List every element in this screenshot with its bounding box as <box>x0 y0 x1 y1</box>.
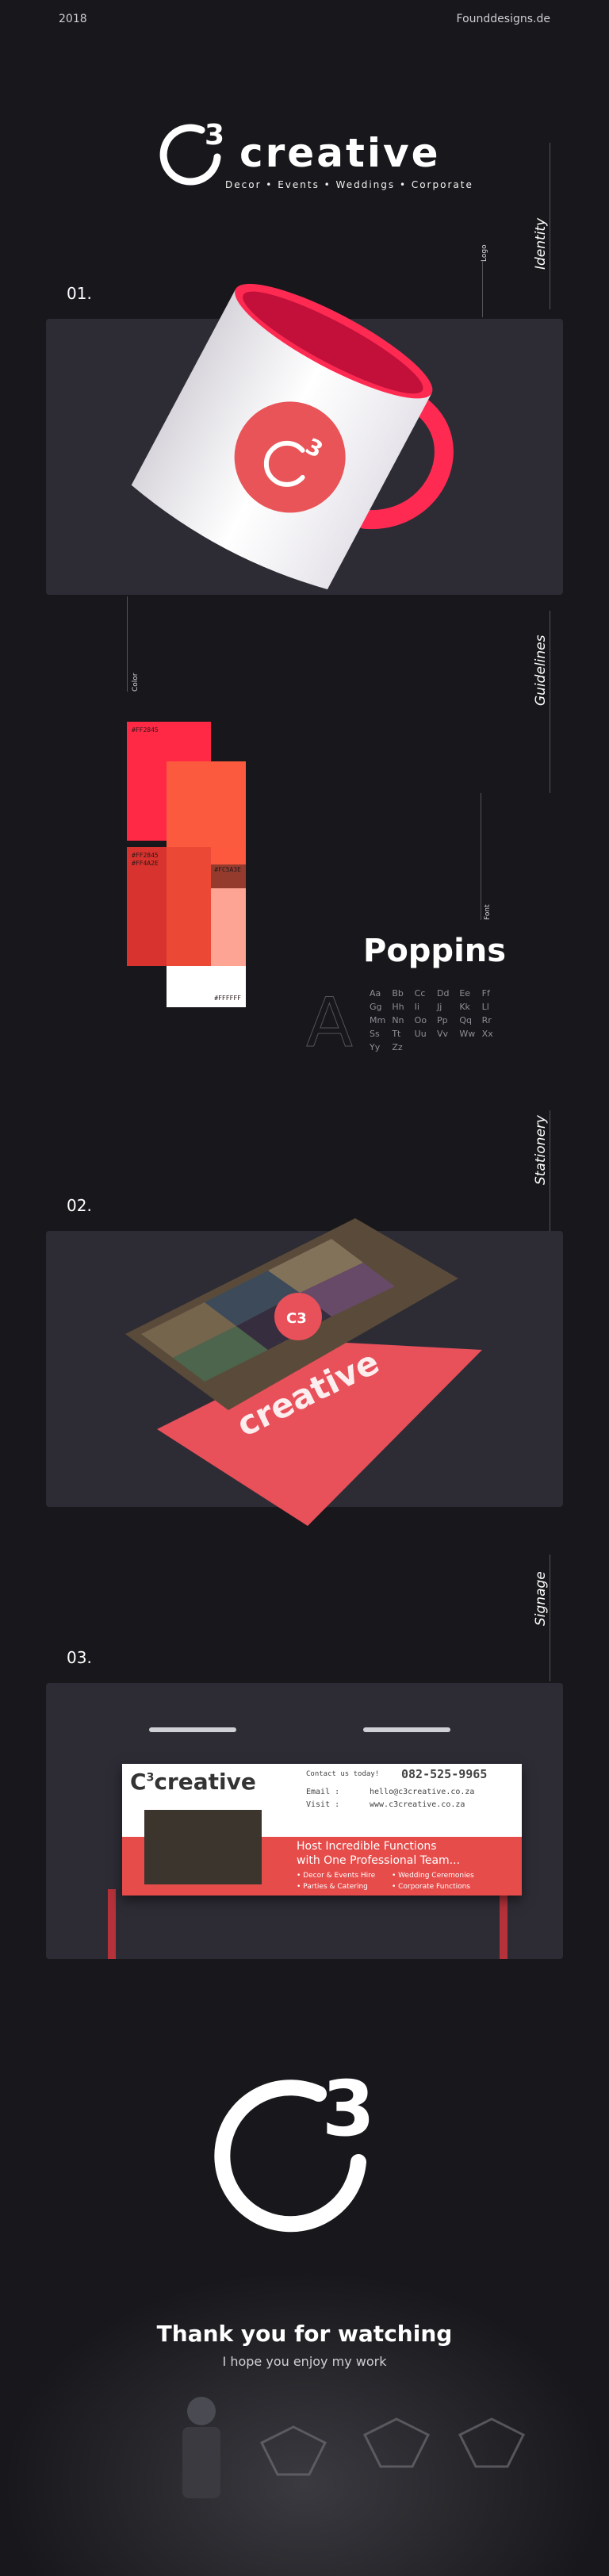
glyph: Jj <box>437 1002 442 1012</box>
section-number-03: 03. <box>67 1648 92 1667</box>
large-mark-exponent: 3 <box>322 2064 375 2153</box>
sign-email-label: Email : <box>306 1788 340 1796</box>
font-name: Poppins <box>363 933 507 969</box>
sign-visit-value: www.c3creative.co.za <box>370 1800 465 1809</box>
glyph: Oo <box>414 1015 427 1025</box>
section-number-02: 02. <box>67 1196 92 1215</box>
sign-leg-right <box>500 1889 508 1959</box>
glyph: Ww <box>459 1029 476 1039</box>
glyph: Nn <box>392 1015 404 1025</box>
glyph: Cc <box>414 988 426 999</box>
sign-contact-heading: Contact us today! <box>306 1770 380 1778</box>
glyph: Uu <box>414 1029 427 1039</box>
sign-headline-1: Host Incredible Functions <box>297 1840 437 1853</box>
glyph: Rr <box>481 1015 492 1025</box>
business-cards-illustration: creative C3 <box>125 1218 482 1526</box>
signboard: C3creative Contact us today! 082-525-996… <box>122 1764 522 1896</box>
sign-visit-label: Visit : <box>306 1800 340 1809</box>
sign-bullet-4: • Corporate Functions <box>392 1883 470 1891</box>
overlay-code: #FC5A3E <box>214 866 241 873</box>
glyph: Ll <box>481 1002 489 1012</box>
glyph: Dd <box>437 988 450 999</box>
c3-large-mark-icon: 3 <box>214 2064 375 2233</box>
site-link[interactable]: Founddesigns.de <box>457 13 550 25</box>
swatch-white-code: #FFFFFF <box>214 995 241 1002</box>
sign-brand: C3creative <box>130 1769 256 1795</box>
glyph: Pp <box>437 1015 448 1025</box>
signboard-photo <box>144 1810 262 1884</box>
thanks-subtitle: I hope you enjoy my work <box>222 2354 387 2369</box>
glyph: Xx <box>481 1029 493 1039</box>
mug-illustration: 3 <box>131 283 454 590</box>
brand-exponent: 3 <box>205 119 224 151</box>
glyph: Tt <box>392 1029 401 1039</box>
sign-brand-c: C <box>130 1769 147 1795</box>
glyph: Qq <box>459 1015 472 1025</box>
svg-text:C3: C3 <box>286 1310 307 1327</box>
glyph: Yy <box>370 1042 381 1052</box>
sign-headline-2: with One Professional Team... <box>297 1854 461 1867</box>
sign-bullet-3: • Parties & Catering <box>297 1883 368 1891</box>
sign-email-value: hello@c3creative.co.za <box>370 1788 475 1796</box>
glyph: Gg <box>370 1002 382 1012</box>
identity-heading: Identity <box>533 217 549 270</box>
font-alphabet: Aa Bb Cc Dd Ee Ff Gg Hh Ii Jj Kk Ll Mm Nn Oo Pp Qq Rr S… <box>370 988 504 1052</box>
footer-scene-illustration <box>182 2397 526 2498</box>
glyph: Ff <box>481 988 490 999</box>
year-label: 2018 <box>59 13 87 25</box>
lamp-left <box>149 1727 236 1732</box>
glyph: Kk <box>459 1002 470 1012</box>
glyph: Bb <box>392 988 404 999</box>
color-divider <box>127 596 128 692</box>
sign-brand-word: creative <box>154 1769 256 1795</box>
glyph: Ee <box>459 988 471 999</box>
sign-bullet-1: • Decor & Events Hire <box>297 1872 376 1880</box>
sign-phone: 082-525-9965 <box>401 1767 488 1781</box>
swatch-primary-code: #FF2845 <box>132 726 159 734</box>
glyph: Hh <box>392 1002 404 1012</box>
font-sublabel: Font <box>484 904 492 920</box>
brand-name: creative <box>239 130 441 176</box>
stationery-heading: Stationery <box>533 1115 549 1185</box>
font-sample-letter: A <box>306 983 354 1064</box>
sign-leg-left <box>108 1889 116 1959</box>
glyph: Mm <box>370 1015 386 1025</box>
logo-divider <box>482 262 483 317</box>
swatch-overlay: #FC5A3E <box>167 847 246 966</box>
signage-heading: Signage <box>533 1571 549 1626</box>
glyph: Ii <box>414 1002 419 1012</box>
thanks-heading: Thank you for watching <box>156 2321 453 2347</box>
glyph: Zz <box>392 1042 403 1052</box>
signage-panel: C3creative Contact us today! 082-525-996… <box>46 1683 563 1959</box>
stationery-panel: creative C3 <box>46 1218 563 1526</box>
guidelines-heading: Guidelines <box>533 634 549 706</box>
color-sublabel: Color <box>132 673 140 692</box>
brand-logo: 3 creative Decor • Events • Weddings • C… <box>155 113 472 200</box>
glyph: Ss <box>370 1029 380 1039</box>
logo-sublabel: Logo <box>481 244 488 262</box>
swatch-mixed-code: #FF2845 #FF4A2E <box>132 852 159 867</box>
lamp-right <box>363 1727 450 1732</box>
sign-brand-exponent: 3 <box>146 1771 155 1784</box>
glyph: Vv <box>437 1029 449 1039</box>
brand-tagline: Decor • Events • Weddings • Corporate <box>225 179 473 190</box>
section-number-01: 01. <box>67 284 92 303</box>
sign-bullet-2: • Wedding Ceremonies <box>392 1872 474 1880</box>
mug-panel: 3 <box>46 283 563 595</box>
glyph: Aa <box>370 988 381 999</box>
